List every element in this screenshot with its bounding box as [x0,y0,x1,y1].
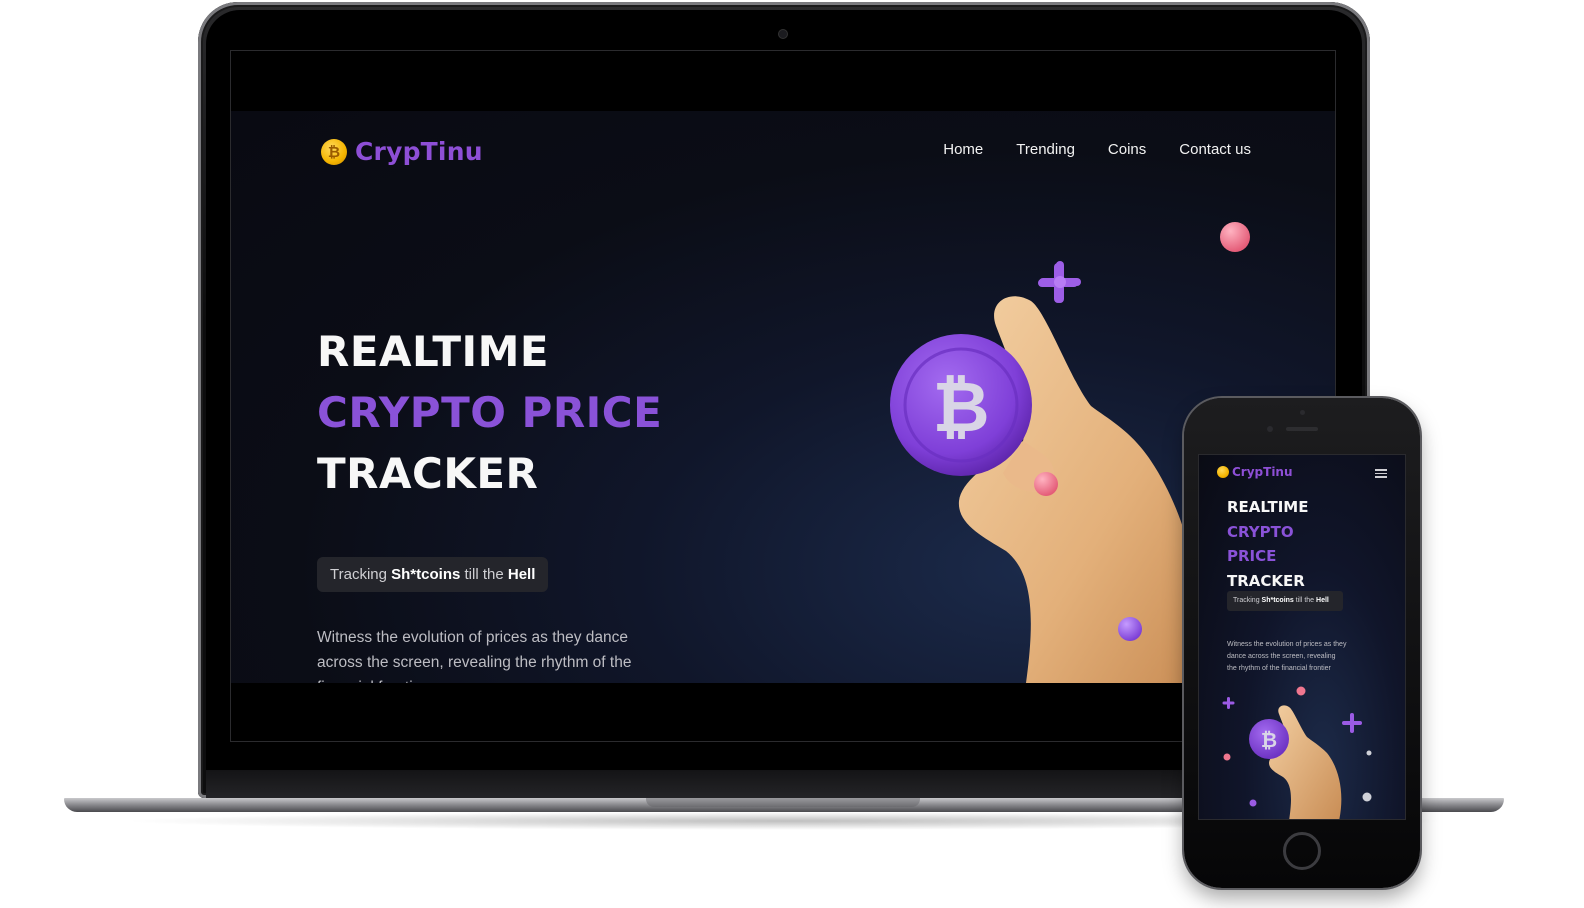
mobile-hero-title-line-2: CRYPTO [1227,522,1294,541]
mobile-brand-name: CrypTinu [1232,465,1293,479]
phone-home-button[interactable] [1283,832,1321,870]
phone-frame: CrypTinu REALTIME CRYPTO PRICE TRACKER T… [1184,398,1420,888]
tagline-bold-hell: Hell [1316,597,1329,604]
mobile-hero-title-line-4: TRACKER [1227,571,1305,590]
nav-trending[interactable]: Trending [1016,141,1075,158]
tagline-bold-shitcoins: Sh*tcoins [391,566,461,583]
mobile-bitcoin-symbol: ₿ [1261,728,1277,752]
tagline-badge: Tracking Sh*tcoins till the Hell [317,557,549,592]
tagline-text: till the [1293,597,1317,604]
hero-title-line-3: TRACKER [317,449,539,498]
main-nav: Home Trending Coins Contact us [943,141,1251,158]
hamburger-menu-icon[interactable] [1375,469,1387,478]
mobile-hero-description: Witness the evolution of prices as they … [1227,641,1347,672]
laptop-notch [646,798,920,807]
brand-logo[interactable]: ₿ CrypTinu [321,137,483,166]
hero-title-line-2: CRYPTO PRICE [317,388,663,437]
tagline-text: Tracking [330,566,392,583]
phone-screen: CrypTinu REALTIME CRYPTO PRICE TRACKER T… [1198,454,1406,820]
bitcoin-logo-icon [1217,466,1229,478]
bitcoin-logo-icon: ₿ [321,138,347,165]
tagline-bold-hell: Hell [507,566,536,583]
camera-icon [779,30,787,38]
mobile-hero-title-line-3: PRICE [1227,547,1277,565]
tagline-bold-shitcoins: Sh*tcoins [1261,597,1294,604]
tagline-text: Tracking [1233,597,1262,604]
sparkle-small-icon [1039,261,1081,308]
nav-home[interactable]: Home [943,141,983,158]
hero-title: REALTIME CRYPTO PRICE TRACKER [317,321,662,504]
brand-name: CrypTinu [355,137,483,166]
mobile-brand-logo[interactable]: CrypTinu [1217,465,1293,479]
mobile-hero-title-line-1: REALTIME [1227,498,1309,516]
tagline-text: till the [460,566,508,583]
nav-coins[interactable]: Coins [1108,141,1146,158]
mobile-tagline-badge: Tracking Sh*tcoins till the Hell [1227,591,1343,611]
mobile-hand-holding-bitcoin-icon: ₿ [1222,686,1372,819]
website-hero-section: ₿ CrypTinu Home Trending Coins Contact u… [231,111,1335,683]
phone-sensor [1300,410,1305,415]
phone-camera-icon [1267,426,1273,432]
bitcoin-symbol: ₿ [932,366,989,448]
laptop-screen: ₿ CrypTinu Home Trending Coins Contact u… [230,50,1336,742]
hero-description: Witness the evolution of prices as they … [317,629,632,683]
hero-title-line-1: REALTIME [317,327,550,376]
mobile-hero-title: REALTIME CRYPTO PRICE TRACKER [1227,495,1308,593]
nav-contact-us[interactable]: Contact us [1179,141,1251,158]
phone-speaker [1286,427,1318,431]
